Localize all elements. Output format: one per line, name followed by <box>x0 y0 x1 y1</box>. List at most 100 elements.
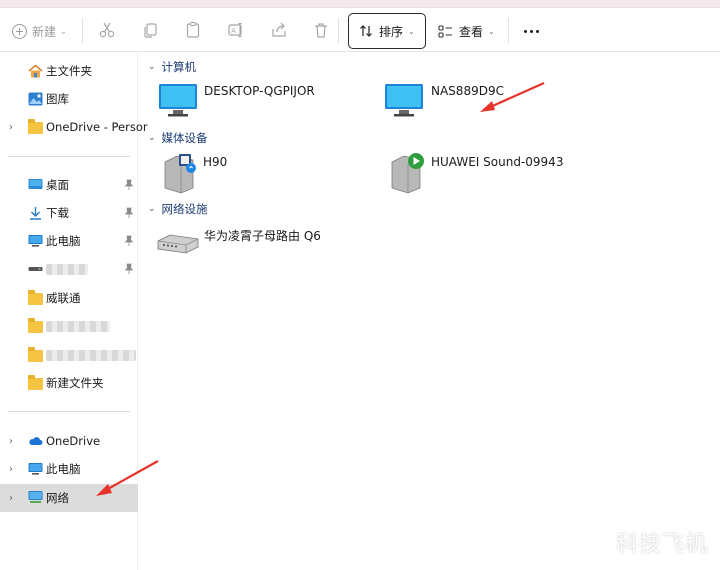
chevron-down-icon: ⌄ <box>60 26 67 36</box>
rename-icon[interactable]: A <box>227 21 245 39</box>
annotation-arrow-icon <box>480 81 545 112</box>
watermark: 科技飞机 <box>615 532 708 557</box>
chevron-right-icon[interactable]: › <box>9 464 13 475</box>
more-options-button[interactable] <box>520 21 542 41</box>
chevron-down-icon: ⌄ <box>488 26 495 36</box>
network-icon <box>28 491 43 503</box>
drive-icon <box>28 267 43 271</box>
media-item-label: HUAWEI Sound-09943 <box>431 155 564 169</box>
annotation-arrow-icon <box>96 460 159 496</box>
sidebar-divider <box>8 411 130 412</box>
sidebar-item-this-pc[interactable]: 此电脑 <box>0 228 138 254</box>
chevron-down-icon: ⌄ <box>148 62 156 72</box>
copy-icon[interactable] <box>141 21 159 39</box>
group-header-label: 网络设施 <box>161 202 208 216</box>
sidebar-item-gallery[interactable]: 图库 <box>0 86 138 112</box>
folder-icon <box>28 375 43 390</box>
sidebar-item-drive-redacted[interactable] <box>0 256 138 282</box>
svg-text:A: A <box>231 28 236 35</box>
sidebar-item-label: 桌面 <box>46 178 69 192</box>
toolbar-divider <box>338 18 339 44</box>
media-item-huawei-sound[interactable]: HUAWEI Sound-09943 <box>388 152 563 194</box>
pin-icon[interactable] <box>124 179 134 191</box>
sort-button[interactable]: 排序 ⌄ <box>348 13 426 49</box>
desktop-icon <box>28 179 43 189</box>
sidebar-item-home[interactable]: 主文件夹 <box>0 58 138 84</box>
chevron-down-icon: ⌄ <box>148 133 156 143</box>
pin-icon[interactable] <box>124 263 134 275</box>
sort-label: 排序 <box>379 24 404 39</box>
sidebar-item-label: 此电脑 <box>46 462 81 476</box>
sidebar-item-label: 网络 <box>46 491 69 505</box>
paste-icon[interactable] <box>184 21 202 39</box>
sidebar-item-label: 威联通 <box>46 291 81 305</box>
media-renderer-icon <box>391 153 424 194</box>
sidebar-item-label: OneDrive - Persor <box>46 120 148 134</box>
sidebar-item-onedrive-personal[interactable]: › OneDrive - Persor <box>0 114 148 140</box>
view-button[interactable]: 查看 ⌄ <box>438 21 495 41</box>
sidebar-item-downloads[interactable]: 下载 <box>0 200 138 226</box>
share-icon[interactable] <box>270 21 288 39</box>
group-header-label: 媒体设备 <box>161 131 208 145</box>
media-item-label: H90 <box>203 155 228 169</box>
sidebar-item-onedrive[interactable]: › OneDrive <box>0 428 138 454</box>
redacted-label <box>46 264 88 275</box>
sidebar-item-label: 主文件夹 <box>46 64 92 78</box>
chevron-right-icon[interactable]: › <box>9 493 13 504</box>
cloud-icon <box>29 437 43 445</box>
view-label: 查看 <box>459 24 484 39</box>
delete-icon[interactable] <box>312 21 330 39</box>
plus-icon <box>12 23 27 39</box>
sidebar-divider <box>8 156 130 157</box>
sidebar-item-qnap[interactable]: 威联通 <box>0 285 138 311</box>
router-icon <box>157 234 199 254</box>
sidebar-item-new-folder[interactable]: 新建文件夹 <box>0 370 138 396</box>
download-icon <box>30 207 41 220</box>
sidebar-item-label: 图库 <box>46 92 69 106</box>
redacted-label <box>46 321 110 332</box>
monitor-icon <box>28 235 43 247</box>
sidebar-item-label: 此电脑 <box>46 234 81 248</box>
chevron-down-icon: ⌄ <box>148 204 156 214</box>
sidebar-item-label: 新建文件夹 <box>46 376 104 390</box>
pin-icon[interactable] <box>124 235 134 247</box>
computer-icon <box>159 84 197 117</box>
sort-icon <box>360 25 372 37</box>
view-layout-icon <box>438 24 452 38</box>
window-top-strip <box>0 0 720 8</box>
sidebar-item-desktop[interactable]: 桌面 <box>0 172 138 198</box>
pin-icon[interactable] <box>124 207 134 219</box>
new-button[interactable]: 新建 ⌄ <box>12 20 67 42</box>
sidebar-item-label: 下载 <box>46 206 69 220</box>
dot-icon <box>523 29 527 33</box>
group-header-media-devices[interactable]: ⌄ 媒体设备 <box>148 130 208 146</box>
home-icon <box>28 64 43 78</box>
computer-icon <box>385 84 423 117</box>
network-infra-item-router[interactable]: 华为凌霄子母路由 Q6 <box>156 227 321 257</box>
sidebar-item-folder-redacted-1[interactable] <box>0 313 138 339</box>
gallery-icon <box>28 92 43 106</box>
chevron-right-icon[interactable]: › <box>9 122 13 133</box>
new-button-label: 新建 <box>32 24 57 39</box>
sidebar-item-label: OneDrive <box>46 434 101 448</box>
folder-icon <box>28 119 43 134</box>
toolbar-divider <box>508 18 509 44</box>
chevron-right-icon[interactable]: › <box>9 436 13 447</box>
cut-icon[interactable] <box>98 21 116 39</box>
group-header-computers[interactable]: ⌄ 计算机 <box>148 59 196 75</box>
computer-item-label: DESKTOP-QGPIJOR <box>204 84 315 98</box>
computer-item-desktop[interactable]: DESKTOP-QGPIJOR <box>158 83 315 119</box>
folder-icon <box>28 347 43 362</box>
sidebar-item-folder-redacted-2[interactable] <box>0 342 138 368</box>
media-server-icon <box>164 154 196 194</box>
network-infra-item-label: 华为凌霄子母路由 Q6 <box>204 228 321 243</box>
dot-icon <box>529 29 533 33</box>
command-bar: 新建 ⌄ A 排序 ⌄ 查看 ⌄ <box>0 8 720 52</box>
toolbar-divider <box>82 18 83 44</box>
file-list-view: ⌄ 计算机 DESKTOP-QGPIJOR NAS889D9C ⌄ 媒体设备 H… <box>139 53 720 570</box>
folder-icon <box>28 290 43 305</box>
media-item-h90[interactable]: H90 <box>161 152 227 194</box>
group-header-network-infrastructure[interactable]: ⌄ 网络设施 <box>148 201 208 217</box>
group-header-label: 计算机 <box>161 60 197 74</box>
redacted-label <box>46 350 136 361</box>
